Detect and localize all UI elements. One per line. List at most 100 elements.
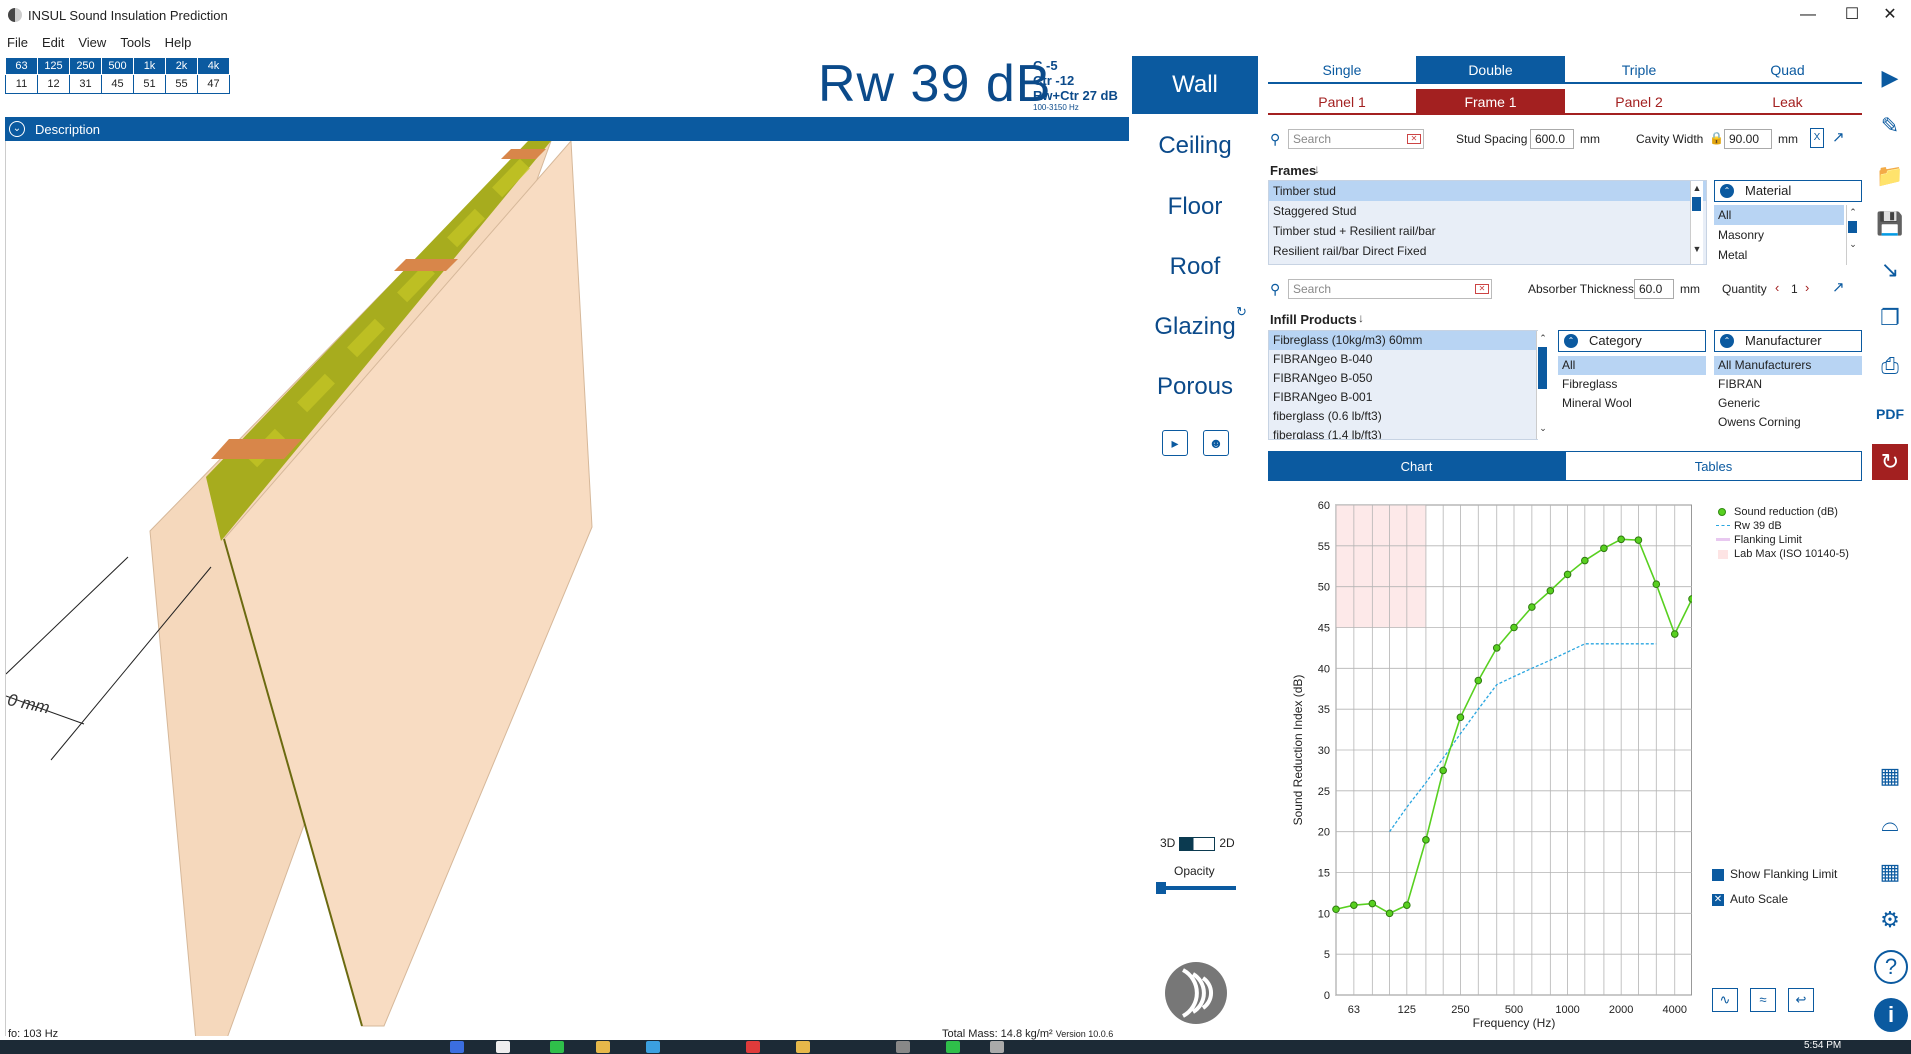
settings-icon[interactable]: ⚙ <box>1872 902 1908 938</box>
tab-panel-1[interactable]: Panel 1 <box>1268 89 1416 115</box>
sound-reduction-point[interactable] <box>1688 595 1692 603</box>
taskbar-app-icon[interactable] <box>646 1041 660 1053</box>
sound-reduction-point[interactable] <box>1332 905 1340 914</box>
tab-quad[interactable]: Quad <box>1713 56 1862 84</box>
scroll-thumb[interactable] <box>1692 197 1701 211</box>
show-flanking-option[interactable]: Show Flanking Limit <box>1712 867 1837 881</box>
material-item[interactable]: Metal <box>1714 245 1844 265</box>
frame-type-icon[interactable]: X <box>1810 128 1824 148</box>
menu-file[interactable]: File <box>0 32 35 54</box>
infill-item[interactable]: FIBRANgeo B-050 <box>1269 369 1537 388</box>
open-folder-icon[interactable]: 📁 <box>1872 158 1908 194</box>
chart-curve-icon[interactable]: ∿ <box>1712 988 1738 1012</box>
tab-frame-1[interactable]: Frame 1 <box>1416 89 1565 115</box>
scroll-thumb[interactable] <box>1848 221 1857 233</box>
infill-item[interactable]: fiberglass (0.6 lb/ft3) <box>1269 407 1537 426</box>
stud-spacing-input[interactable]: 600.0 <box>1530 129 1574 149</box>
manufacturer-item[interactable]: FIBRAN <box>1714 375 1862 394</box>
frames-search-input[interactable]: Search <box>1288 129 1424 149</box>
chart-compare-icon[interactable]: ≈ <box>1750 988 1776 1012</box>
nav-floor[interactable]: Floor <box>1132 193 1258 221</box>
infill-item[interactable]: fiberglass (1.4 lb/ft3) <box>1269 426 1537 439</box>
cavity-width-input[interactable]: 90.00 <box>1724 129 1772 149</box>
infill-item[interactable]: Fibreglass (10kg/m3) 60mm <box>1269 331 1537 350</box>
sync-icon[interactable]: ↻ <box>1872 444 1908 480</box>
taskbar-app-icon[interactable] <box>746 1041 760 1053</box>
scroll-up-icon[interactable]: ⌃ <box>1847 205 1859 219</box>
sound-reduction-point[interactable] <box>1652 580 1661 589</box>
legend-item[interactable]: Lab Max (ISO 10140-5) <box>1716 547 1866 561</box>
print-icon[interactable]: ⎙ <box>1872 348 1908 384</box>
menu-help[interactable]: Help <box>158 32 199 54</box>
sound-reduction-point[interactable] <box>1368 899 1377 908</box>
material-scrollbar[interactable]: ⌃ ⌄ <box>1846 205 1859 265</box>
tab-double[interactable]: Double <box>1416 56 1565 84</box>
auto-scale-checkbox[interactable]: ✕ <box>1712 893 1724 906</box>
nav-wall[interactable]: Wall <box>1132 56 1258 114</box>
sound-reduction-point[interactable] <box>1422 836 1430 844</box>
taskbar-app-icon[interactable] <box>550 1041 564 1053</box>
chevron-up-icon[interactable]: ⌃ <box>1720 184 1734 198</box>
pdf-icon[interactable]: PDF <box>1872 396 1908 432</box>
scroll-down-icon[interactable]: ▼ <box>1691 242 1703 256</box>
sound-reduction-point[interactable] <box>1403 901 1411 909</box>
category-item[interactable]: Fibreglass <box>1558 375 1706 394</box>
frames-scrollbar[interactable]: ▲ ▼ <box>1690 181 1703 264</box>
chart-export-icon[interactable]: ↩ <box>1788 988 1814 1012</box>
legend-item[interactable]: Sound reduction (dB) <box>1716 505 1866 519</box>
chevron-up-icon[interactable]: ⌃ <box>1720 334 1734 348</box>
view-toggle[interactable]: 3D 2D <box>1160 836 1235 851</box>
material-filter-header[interactable]: ⌃ Material <box>1714 180 1862 202</box>
infill-item[interactable]: FIBRANgeo B-001 <box>1269 388 1537 407</box>
help-icon[interactable]: ? <box>1874 950 1908 984</box>
sound-reduction-point[interactable] <box>1385 909 1394 918</box>
nav-roof[interactable]: Roof <box>1132 253 1258 281</box>
tab-chart[interactable]: Chart <box>1268 451 1565 481</box>
manufacturer-item[interactable]: All Manufacturers <box>1714 356 1862 375</box>
tab-triple[interactable]: Triple <box>1565 56 1713 84</box>
tab-panel-2[interactable]: Panel 2 <box>1565 89 1713 115</box>
speaker-icon[interactable]: ▸ <box>1162 430 1188 456</box>
sound-reduction-point[interactable] <box>1492 644 1501 652</box>
external-link-icon[interactable]: ↗ <box>1832 128 1845 146</box>
show-flanking-checkbox[interactable] <box>1712 868 1724 881</box>
chevron-down-icon[interactable]: ⌄ <box>9 121 25 137</box>
scroll-up-icon[interactable]: ⌃ <box>1537 331 1549 345</box>
listener-icon[interactable]: ☻ <box>1203 430 1229 456</box>
nav-ceiling[interactable]: Ceiling <box>1132 132 1258 160</box>
nav-porous[interactable]: Porous <box>1132 373 1258 401</box>
frame-item[interactable]: Timber stud + Resilient rail/bar <box>1269 221 1706 241</box>
menu-tools[interactable]: Tools <box>113 32 157 54</box>
play-icon[interactable]: ▶ <box>1872 60 1908 96</box>
sound-reduction-point[interactable] <box>1546 586 1555 595</box>
sound-reduction-point[interactable] <box>1634 536 1643 544</box>
taskbar-app-icon[interactable] <box>596 1041 610 1053</box>
lock-icon[interactable]: 🔒 <box>1709 131 1724 145</box>
close-button[interactable]: ✕ <box>1868 2 1911 28</box>
tab-single[interactable]: Single <box>1268 56 1416 84</box>
quantity-increase-icon[interactable]: › <box>1805 280 1809 295</box>
frame-item[interactable]: Timber stud <box>1269 181 1706 201</box>
sound-reduction-point[interactable] <box>1528 603 1536 611</box>
menu-edit[interactable]: Edit <box>35 32 71 54</box>
scroll-down-icon[interactable]: ⌄ <box>1847 237 1859 251</box>
frame-item[interactable]: Resilient rail/bar Direct Fixed <box>1269 241 1706 261</box>
taskbar-app-icon[interactable] <box>946 1041 960 1053</box>
sound-reduction-point[interactable] <box>1617 535 1625 544</box>
manufacturer-item[interactable]: Owens Corning <box>1714 413 1862 432</box>
auto-scale-option[interactable]: ✕ Auto Scale <box>1712 892 1788 906</box>
tab-leak[interactable]: Leak <box>1713 89 1862 115</box>
sound-reduction-point[interactable] <box>1439 766 1447 775</box>
sound-reduction-point[interactable] <box>1670 630 1679 638</box>
sound-reduction-point[interactable] <box>1600 544 1608 553</box>
view-switch[interactable] <box>1179 836 1216 851</box>
quantity-decrease-icon[interactable]: ‹ <box>1775 280 1779 295</box>
taskbar-app-icon[interactable] <box>496 1041 510 1053</box>
save-icon[interactable]: 💾 <box>1872 206 1908 242</box>
sort-down-icon[interactable]: ↓ <box>1358 311 1364 325</box>
sound-reduction-point[interactable] <box>1350 901 1358 909</box>
taskbar-app-icon[interactable] <box>450 1041 464 1053</box>
infill-item[interactable]: FIBRANgeo B-040 <box>1269 350 1537 369</box>
copy-icon[interactable]: ❐ <box>1872 300 1908 336</box>
category-filter-header[interactable]: ⌃ Category <box>1558 330 1706 352</box>
